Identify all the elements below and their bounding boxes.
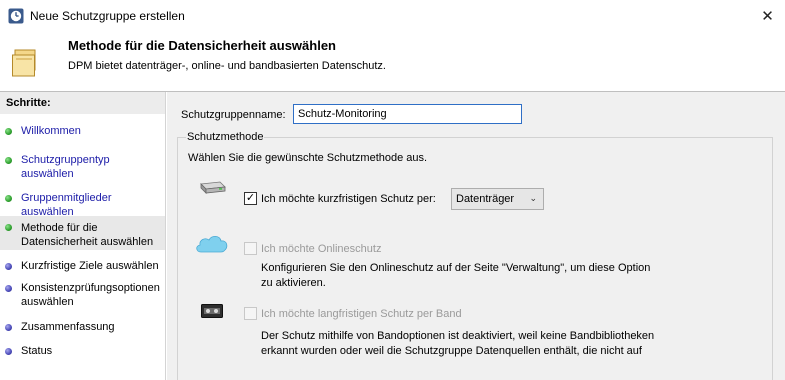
tape-checkbox[interactable] [244, 307, 257, 320]
step-label: Willkommen [21, 125, 81, 137]
step-label: Konsistenzprüfungsoptionen auswählen [21, 282, 160, 308]
steps-heading: Schritte: [0, 92, 165, 114]
step-kurzfristige-ziele: Kurzfristige Ziele auswählen [0, 259, 165, 273]
step-pending-icon [5, 263, 12, 270]
step-status: Status [0, 344, 165, 358]
disk-drive-icon [200, 181, 226, 194]
step-schutzgruppentyp[interactable]: Schutzgruppentyp auswählen [0, 153, 165, 180]
step-label: Gruppenmitglieder auswählen [21, 192, 112, 218]
step-zusammenfassung: Zusammenfassung [0, 320, 165, 334]
tape-description: Der Schutz mithilfe von Bandoptionen ist… [261, 330, 655, 357]
step-label: Schutzgruppentyp auswählen [21, 154, 110, 180]
main-panel: Schutzgruppenname: Schutzmethode Wählen … [167, 92, 785, 380]
online-checkbox[interactable] [244, 242, 257, 255]
short-term-label: Ich möchte kurzfristigen Schutz per: [261, 193, 436, 205]
group-description: Wählen Sie die gewünschte Schutzmethode … [188, 152, 428, 164]
step-willkommen[interactable]: Willkommen [0, 124, 165, 138]
online-description: Konfigurieren Sie den Onlineschutz auf d… [261, 262, 651, 289]
step-methode-current[interactable]: Methode für die Datensicherheit auswähle… [0, 216, 165, 250]
online-label: Ich möchte Onlineschutz [261, 243, 382, 255]
select-value: Datenträger [456, 193, 515, 205]
step-current-icon [5, 224, 12, 231]
cloud-icon [196, 235, 228, 253]
close-button[interactable]: ✕ [750, 0, 785, 31]
chevron-down-icon: ⌄ [529, 193, 537, 203]
step-pending-icon [5, 348, 12, 355]
title-bar: Neue Schutzgruppe erstellen ✕ [0, 0, 785, 31]
group-legend: Schutzmethode [186, 131, 265, 143]
step-pending-icon [5, 285, 12, 292]
page-subtitle: DPM bietet datenträger-, online- und ban… [68, 60, 386, 72]
step-pending-icon [5, 324, 12, 331]
folder-icon [12, 49, 36, 77]
checkmark-icon: ✓ [245, 192, 256, 204]
step-done-icon [5, 195, 12, 202]
step-label: Status [21, 345, 53, 357]
wizard-header: Methode für die Datensicherheit auswähle… [0, 31, 785, 91]
close-icon: ✕ [761, 7, 774, 25]
window-title: Neue Schutzgruppe erstellen [30, 9, 185, 23]
group-name-label: Schutzgruppenname: [181, 109, 286, 121]
step-gruppenmitglieder[interactable]: Gruppenmitglieder auswählen [0, 191, 165, 218]
step-label: Methode für die Datensicherheit auswähle… [21, 222, 154, 248]
step-label: Zusammenfassung [21, 321, 115, 333]
steps-sidebar: Schritte: Willkommen Schutzgruppentyp au… [0, 92, 166, 380]
clock-app-icon [8, 8, 24, 24]
step-label: Kurzfristige Ziele auswählen [21, 260, 159, 272]
group-name-input[interactable] [293, 104, 522, 124]
short-term-media-select[interactable]: Datenträger ⌄ [451, 188, 544, 210]
step-konsistenzpruefung: Konsistenzprüfungsoptionen auswählen [0, 281, 165, 309]
short-term-checkbox[interactable]: ✓ [244, 192, 257, 205]
tape-icon [201, 304, 223, 318]
step-done-icon [5, 157, 12, 164]
step-done-icon [5, 128, 12, 135]
tape-label: Ich möchte langfristigen Schutz per Band [261, 308, 462, 320]
page-title: Methode für die Datensicherheit auswähle… [68, 38, 336, 53]
